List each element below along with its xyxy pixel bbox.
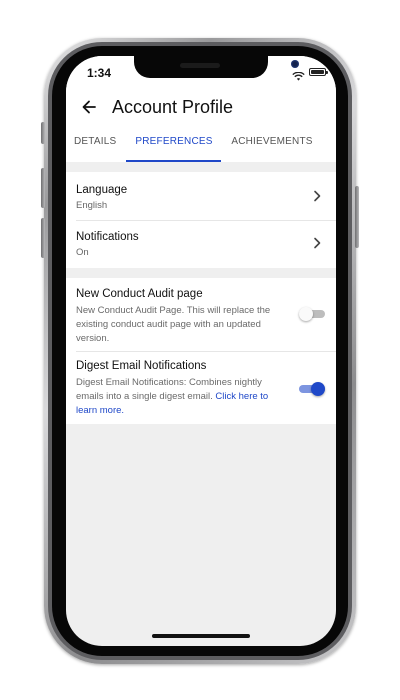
wifi-icon <box>292 68 305 86</box>
language-row[interactable]: Language English <box>66 172 336 220</box>
notifications-title: Notifications <box>76 231 139 243</box>
conduct-audit-toggle[interactable] <box>299 307 325 321</box>
status-time: 1:34 <box>87 66 112 80</box>
feature-toggles-section: New Conduct Audit page New Conduct Audit… <box>66 278 336 424</box>
phone-screen: 1:34 Account Profile DETAILS PREFERENCES… <box>66 56 336 646</box>
silent-switch <box>41 122 45 144</box>
arrow-left-icon <box>82 100 96 114</box>
language-value: English <box>76 200 108 211</box>
toggle-knob <box>299 307 313 321</box>
digest-email-row: Digest Email Notifications Digest Email … <box>66 352 336 424</box>
conduct-audit-description: New Conduct Audit Page. This will replac… <box>76 305 271 344</box>
volume-up-button <box>41 168 45 208</box>
digest-email-description: Digest Email Notifications: Combines nig… <box>76 376 291 418</box>
tab-bar: DETAILS PREFERENCES ACHIEVEMENTS <box>66 132 336 162</box>
chevron-right-icon <box>314 237 321 249</box>
back-button[interactable] <box>78 96 100 118</box>
active-tab-indicator <box>126 160 221 162</box>
digest-email-toggle[interactable] <box>299 382 325 396</box>
tab-details[interactable]: DETAILS <box>74 132 116 162</box>
settings-section: Language English Notifications On <box>66 172 336 268</box>
notifications-value: On <box>76 247 89 258</box>
conduct-audit-title: New Conduct Audit page <box>76 288 203 300</box>
chevron-right-icon <box>314 190 321 202</box>
speaker-grill <box>180 63 220 68</box>
toggle-knob <box>311 382 325 396</box>
front-camera <box>291 60 299 68</box>
page-title: Account Profile <box>112 97 234 117</box>
digest-email-title: Digest Email Notifications <box>76 360 207 372</box>
tab-achievements[interactable]: ACHIEVEMENTS <box>228 132 316 162</box>
notifications-row[interactable]: Notifications On <box>66 220 336 268</box>
volume-down-button <box>41 218 45 258</box>
phone-notch <box>134 56 299 78</box>
language-title: Language <box>76 184 128 196</box>
tab-preferences[interactable]: PREFERENCES <box>130 132 218 162</box>
conduct-audit-row: New Conduct Audit page New Conduct Audit… <box>66 278 336 350</box>
app-header: Account Profile DETAILS PREFERENCES ACHI… <box>66 92 336 162</box>
home-indicator[interactable] <box>152 634 250 638</box>
battery-icon <box>309 68 328 76</box>
power-button <box>355 186 359 248</box>
